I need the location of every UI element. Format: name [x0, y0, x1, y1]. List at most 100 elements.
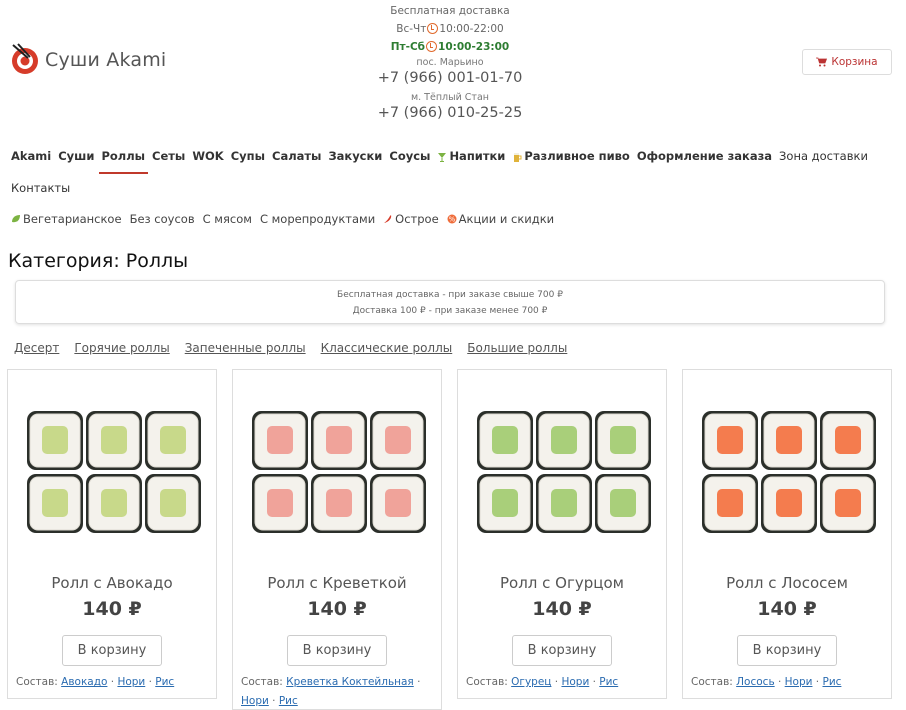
sushi-roll-piece: [145, 474, 201, 533]
ingredient-link[interactable]: Креветка Коктейльная: [286, 676, 414, 688]
nav-item-sets[interactable]: Сеты: [152, 149, 185, 163]
add-to-cart-button[interactable]: В корзину: [512, 635, 612, 666]
weekday-hours: Вс-Чт 10:00-22:00: [396, 23, 504, 35]
sushi-roll-piece: [252, 474, 308, 533]
sushi-roll-piece: [820, 474, 876, 533]
subcat-hot-rolls[interactable]: Горячие роллы: [74, 341, 169, 355]
ingredient-link[interactable]: Рис: [279, 695, 298, 707]
nav-item-drinks[interactable]: Напитки: [437, 149, 505, 163]
clock-icon: [427, 23, 439, 34]
nav-item-akami[interactable]: Akami: [11, 149, 51, 163]
nav-item-soups[interactable]: Супы: [231, 149, 265, 163]
nav-item-wok[interactable]: WOK: [192, 149, 223, 163]
filter-meat[interactable]: С мясом: [203, 212, 252, 226]
leaf-icon: [12, 215, 20, 223]
ingredient-link[interactable]: Нори: [241, 695, 269, 707]
product-price: 140 ₽: [307, 598, 367, 620]
product-card: Ролл с Лососем 140 ₽ В корзину Состав: Л…: [682, 369, 892, 699]
weekend-hours: Пт-Сб 10:00-23:00: [390, 41, 510, 53]
clock-icon: [426, 41, 438, 52]
nav-item-checkout[interactable]: Оформление заказа: [637, 149, 772, 163]
ingredient-link[interactable]: Рис: [155, 676, 174, 688]
logo-icon: [12, 43, 38, 74]
sushi-roll-piece: [477, 411, 533, 470]
product-name[interactable]: Ролл с Авокадо: [8, 574, 216, 592]
sushi-roll-piece: [536, 474, 592, 533]
ingredient-link[interactable]: Нори: [561, 676, 589, 688]
subcat-baked-rolls[interactable]: Запеченные роллы: [185, 341, 306, 355]
product-price: 140 ₽: [82, 598, 142, 620]
location-label: м. Тёплый Стан: [410, 92, 490, 103]
nav-item-snacks[interactable]: Закуски: [328, 149, 382, 163]
subcat-dessert[interactable]: Десерт: [14, 341, 59, 355]
add-to-cart-button[interactable]: В корзину: [737, 635, 837, 666]
discount-icon: %: [447, 214, 457, 224]
subcat-big-rolls[interactable]: Большие роллы: [467, 341, 567, 355]
ingredient-link[interactable]: Нори: [117, 676, 145, 688]
sushi-roll-piece: [370, 474, 426, 533]
filter-spicy[interactable]: Острое: [383, 212, 439, 226]
nav-item-contacts[interactable]: Контакты: [11, 181, 70, 195]
sushi-roll-piece: [86, 411, 142, 470]
product-name[interactable]: Ролл с Огурцом: [458, 574, 666, 592]
nav-item-delivery-zone[interactable]: Зона доставки: [779, 149, 868, 163]
brand-name: Суши Akami: [45, 49, 167, 71]
notice-line: Бесплатная доставка - при заказе свыше 7…: [337, 290, 563, 300]
sushi-roll-piece: [370, 411, 426, 470]
cart-icon: [816, 57, 828, 67]
sushi-roll-piece: [311, 411, 367, 470]
nav-item-sauces[interactable]: Соусы: [389, 149, 430, 163]
phone-link[interactable]: +7 (966) 010-25-25: [300, 104, 600, 122]
add-to-cart-button[interactable]: В корзину: [62, 635, 162, 666]
filter-seafood[interactable]: С морепродуктами: [260, 212, 375, 226]
ingredient-link[interactable]: Авокадо: [61, 676, 107, 688]
brand-logo[interactable]: Суши Akami: [10, 43, 166, 77]
filter-promotions[interactable]: % Акции и скидки: [447, 212, 554, 226]
product-card: Ролл с Креветкой 140 ₽ В корзину Состав:…: [232, 369, 442, 710]
nav-item-salads[interactable]: Салаты: [272, 149, 321, 163]
sushi-roll-piece: [536, 411, 592, 470]
ingredient-link[interactable]: Рис: [822, 676, 841, 688]
add-to-cart-button[interactable]: В корзину: [287, 635, 387, 666]
product-image[interactable]: [699, 408, 879, 538]
subcat-classic-rolls[interactable]: Классические роллы: [321, 341, 453, 355]
product-composition: Состав: Огурец · Нори · Рис: [466, 676, 619, 688]
ingredient-link[interactable]: Рис: [599, 676, 618, 688]
sushi-roll-piece: [595, 411, 651, 470]
product-name[interactable]: Ролл с Лососем: [683, 574, 891, 592]
product-price: 140 ₽: [532, 598, 592, 620]
product-grid: Ролл с Авокадо 140 ₽ В корзину Состав: А…: [7, 369, 897, 710]
ingredient-link[interactable]: Нори: [785, 676, 813, 688]
product-image[interactable]: [249, 408, 429, 538]
nav-item-rolls[interactable]: Роллы: [99, 149, 148, 174]
nav-item-draft-beer[interactable]: Разливное пиво: [512, 149, 630, 163]
sushi-roll-piece: [761, 411, 817, 470]
sushi-roll-piece: [27, 411, 83, 470]
product-image[interactable]: [474, 408, 654, 538]
sushi-roll-piece: [311, 474, 367, 533]
sushi-roll-piece: [27, 474, 83, 533]
filter-no-sauce[interactable]: Без соусов: [130, 212, 195, 226]
page-title: Категория: Роллы: [8, 250, 189, 272]
product-composition: Состав: Лосось · Нори · Рис: [691, 676, 842, 688]
sushi-roll-piece: [820, 411, 876, 470]
phone-link[interactable]: +7 (966) 001-01-70: [300, 69, 600, 87]
product-name[interactable]: Ролл с Креветкой: [233, 574, 441, 592]
sushi-roll-piece: [702, 411, 758, 470]
ingredient-link[interactable]: Лосось: [736, 676, 774, 688]
chili-icon: [384, 215, 392, 223]
cart-button[interactable]: Корзина: [802, 49, 892, 75]
product-composition: Состав: Авокадо · Нори · Рис: [16, 676, 175, 688]
nav-item-sushi[interactable]: Суши: [58, 149, 94, 163]
product-price: 140 ₽: [757, 598, 817, 620]
filter-bar: Вегетарианское Без соусов С мясом С море…: [11, 212, 562, 226]
hours-block: Бесплатная доставка Вс-Чт 10:00-22:00 Пт-…: [300, 2, 600, 122]
cocktail-icon: [438, 152, 447, 162]
filter-vegetarian[interactable]: Вегетарианское: [11, 212, 122, 226]
main-nav: Akami Суши Роллы Сеты WOK Супы Салаты За…: [11, 147, 891, 195]
product-image[interactable]: [24, 408, 204, 538]
sushi-roll-piece: [761, 474, 817, 533]
location-label: пос. Марьино: [416, 57, 484, 68]
sushi-roll-piece: [595, 474, 651, 533]
ingredient-link[interactable]: Огурец: [511, 676, 551, 688]
